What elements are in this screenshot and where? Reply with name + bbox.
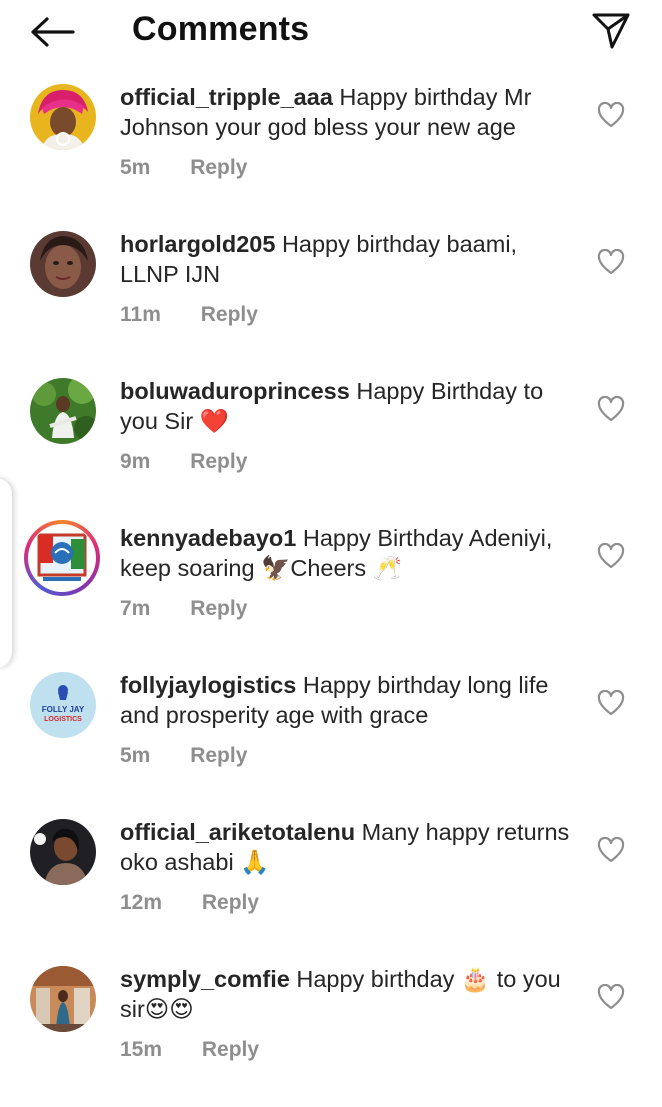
like-button[interactable] — [597, 690, 625, 716]
like-button[interactable] — [597, 249, 625, 275]
comment-text: official_tripple_aaa Happy birthday Mr J… — [120, 82, 580, 142]
back-button[interactable] — [26, 10, 78, 54]
comment-item: boluwaduroprincess Happy Birthday to you… — [0, 372, 662, 519]
comment-item: symply_comfie Happy birthday 🎂 to you si… — [0, 960, 662, 1107]
comment-username[interactable]: official_tripple_aaa — [120, 84, 333, 110]
comment-meta: 9m Reply — [120, 450, 247, 474]
avatar[interactable] — [30, 819, 96, 885]
comment-username[interactable]: boluwaduroprincess — [120, 378, 350, 404]
heart-outline-icon — [597, 249, 625, 275]
reply-button[interactable]: Reply — [190, 156, 247, 180]
comment-meta: 12m Reply — [120, 891, 259, 915]
comment-text: horlargold205 Happy birthday baami, LLNP… — [120, 229, 580, 289]
comment-text: official_ariketotalenu Many happy return… — [120, 817, 580, 877]
comment-item: horlargold205 Happy birthday baami, LLNP… — [0, 225, 662, 372]
comment-username[interactable]: follyjaylogistics — [120, 672, 296, 698]
heart-outline-icon — [597, 984, 625, 1010]
like-button[interactable] — [597, 102, 625, 128]
like-button[interactable] — [597, 984, 625, 1010]
comment-item: official_ariketotalenu Many happy return… — [0, 813, 662, 960]
comment-time: 7m — [120, 597, 151, 620]
avatar[interactable] — [30, 378, 96, 444]
page-title: Comments — [132, 10, 310, 48]
avatar — [29, 525, 95, 591]
avatar[interactable] — [30, 84, 96, 150]
share-button[interactable] — [588, 8, 634, 54]
reply-button[interactable]: Reply — [202, 891, 259, 915]
reply-button[interactable]: Reply — [190, 744, 247, 768]
heart-outline-icon — [597, 690, 625, 716]
heart-outline-icon — [597, 396, 625, 422]
comment-item: FOLLY JAY LOGISTICS follyjaylogistics Ha… — [0, 666, 662, 813]
comment-time: 5m — [120, 744, 151, 767]
comment-username[interactable]: horlargold205 — [120, 231, 275, 257]
avatar[interactable] — [30, 231, 96, 297]
comments-header: Comments — [0, 0, 662, 62]
comment-time: 11m — [120, 303, 161, 326]
reply-button[interactable]: Reply — [190, 450, 247, 474]
comment-text: boluwaduroprincess Happy Birthday to you… — [120, 376, 580, 436]
like-button[interactable] — [597, 837, 625, 863]
comment-meta: 11m Reply — [120, 303, 258, 327]
reply-button[interactable]: Reply — [190, 597, 247, 621]
comment-username[interactable]: official_ariketotalenu — [120, 819, 355, 845]
comment-time: 12m — [120, 891, 163, 914]
comment-time: 15m — [120, 1038, 163, 1061]
reply-button[interactable]: Reply — [201, 303, 258, 327]
avatar[interactable] — [30, 966, 96, 1032]
logo-text-line2: LOGISTICS — [44, 716, 82, 723]
logo-text-line1: FOLLY JAY — [42, 705, 85, 714]
reply-button[interactable]: Reply — [202, 1038, 259, 1062]
paper-plane-icon — [591, 12, 631, 50]
comment-meta: 7m Reply — [120, 597, 247, 621]
comment-meta: 5m Reply — [120, 156, 247, 180]
avatar[interactable]: FOLLY JAY LOGISTICS — [30, 672, 96, 738]
heart-outline-icon — [597, 102, 625, 128]
comment-text: kennyadebayo1 Happy Birthday Adeniyi, ke… — [120, 523, 585, 583]
comment-time: 5m — [120, 156, 151, 179]
comment-time: 9m — [120, 450, 151, 473]
comment-username[interactable]: symply_comfie — [120, 966, 290, 992]
comment-username[interactable]: kennyadebayo1 — [120, 525, 296, 551]
heart-outline-icon — [597, 837, 625, 863]
comment-meta: 5m Reply — [120, 744, 247, 768]
comment-text: follyjaylogistics Happy birthday long li… — [120, 670, 580, 730]
comment-item: official_tripple_aaa Happy birthday Mr J… — [0, 78, 662, 225]
comment-item: kennyadebayo1 Happy Birthday Adeniyi, ke… — [0, 519, 662, 666]
like-button[interactable] — [597, 396, 625, 422]
like-button[interactable] — [597, 543, 625, 569]
arrow-left-icon — [29, 17, 75, 47]
comment-meta: 15m Reply — [120, 1038, 259, 1062]
heart-outline-icon — [597, 543, 625, 569]
comment-text: symply_comfie Happy birthday 🎂 to you si… — [120, 964, 580, 1024]
avatar-story-ring[interactable] — [24, 520, 100, 596]
